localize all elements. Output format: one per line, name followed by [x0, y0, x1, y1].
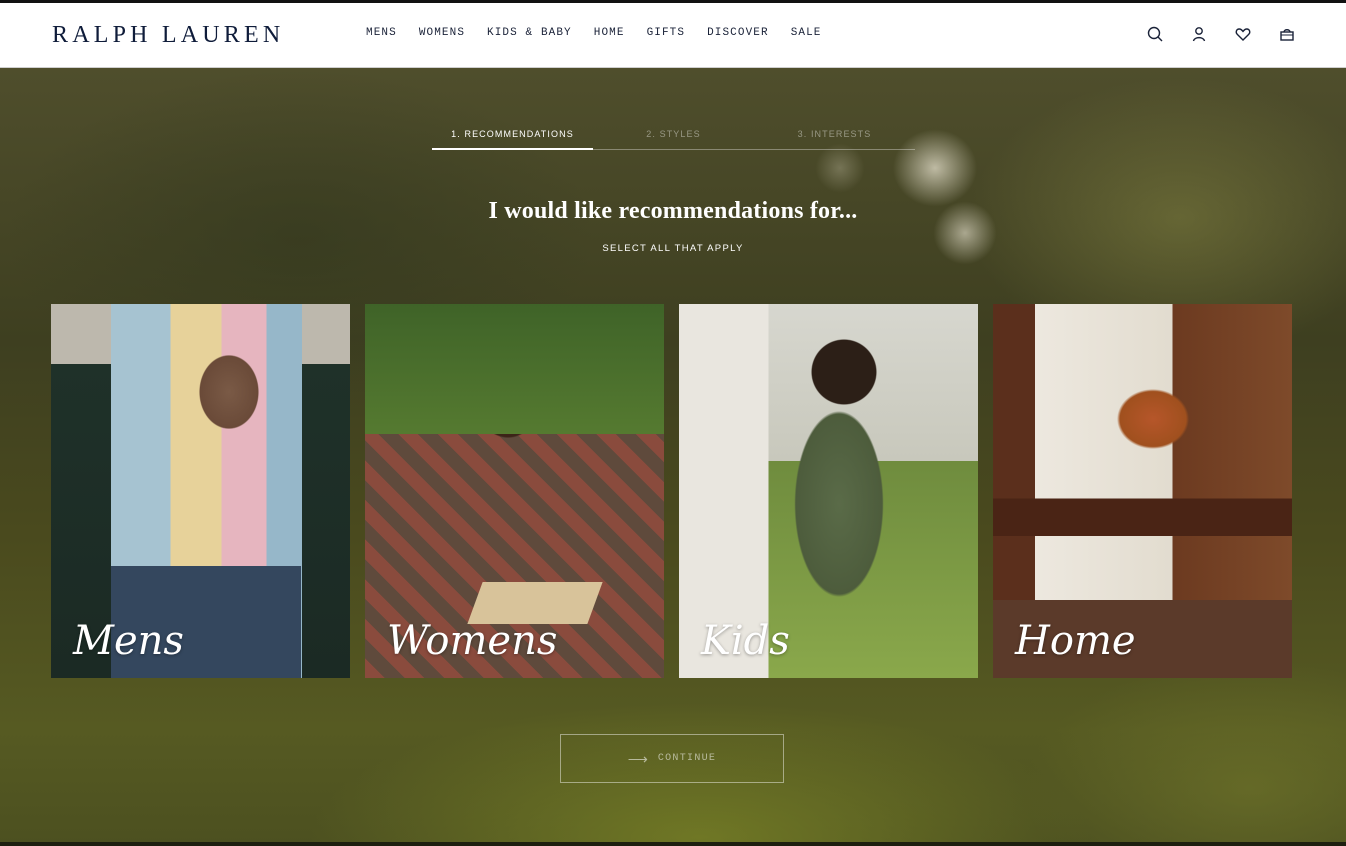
- main-nav: MENS WOMENS KIDS & BABY HOME GIFTS DISCO…: [366, 27, 822, 39]
- nav-item-mens[interactable]: MENS: [366, 27, 397, 39]
- category-card-mens[interactable]: Mens: [51, 304, 350, 678]
- nav-item-sale[interactable]: SALE: [791, 27, 822, 39]
- search-icon[interactable]: [1145, 24, 1165, 44]
- card-label: Kids: [701, 618, 790, 664]
- nav-item-gifts[interactable]: GIFTS: [647, 27, 686, 39]
- nav-item-home[interactable]: HOME: [594, 27, 625, 39]
- category-cards: Mens Womens Kids Home: [51, 304, 1292, 678]
- nav-item-womens[interactable]: WOMENS: [419, 27, 465, 39]
- progress-steps: 1. RECOMMENDATIONS 2. STYLES 3. INTEREST…: [432, 121, 915, 150]
- logo[interactable]: RALPH LAUREN: [52, 22, 284, 49]
- site-header: RALPH LAUREN MENS WOMENS KIDS & BABY HOM…: [0, 3, 1346, 68]
- nav-item-kids-baby[interactable]: KIDS & BABY: [487, 27, 572, 39]
- step-interests[interactable]: 3. INTERESTS: [754, 121, 915, 149]
- category-card-womens[interactable]: Womens: [365, 304, 664, 678]
- card-label: Womens: [387, 618, 558, 664]
- continue-label: CONTINUE: [657, 753, 717, 764]
- page-subtitle: SELECT ALL THAT APPLY: [602, 243, 744, 254]
- continue-button[interactable]: ⟶ CONTINUE: [560, 734, 784, 783]
- bottom-border: [0, 842, 1346, 846]
- nav-item-discover[interactable]: DISCOVER: [707, 27, 769, 39]
- category-card-kids[interactable]: Kids: [679, 304, 978, 678]
- card-label: Mens: [73, 618, 184, 664]
- heart-icon[interactable]: [1233, 24, 1253, 44]
- category-card-home[interactable]: Home: [993, 304, 1292, 678]
- card-label: Home: [1015, 618, 1136, 664]
- page-title: I would like recommendations for...: [488, 198, 858, 224]
- arrow-right-icon: ⟶: [627, 750, 648, 767]
- account-icon[interactable]: [1189, 24, 1209, 44]
- step-recommendations[interactable]: 1. RECOMMENDATIONS: [432, 121, 593, 150]
- utility-icons: [1145, 24, 1297, 44]
- shopping-bag-icon[interactable]: [1277, 24, 1297, 44]
- step-styles[interactable]: 2. STYLES: [593, 121, 754, 149]
